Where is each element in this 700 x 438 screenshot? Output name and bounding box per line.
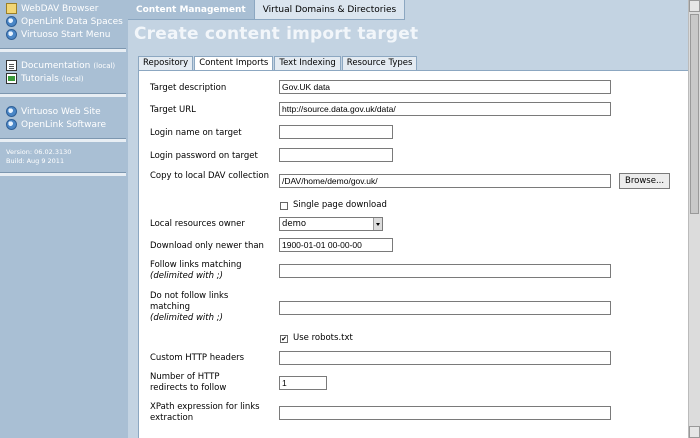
login-password-input[interactable] xyxy=(279,148,393,162)
globe-icon xyxy=(6,16,17,27)
newer-than-input[interactable] xyxy=(279,238,393,252)
sidebar-item-label: Virtuoso Start Menu xyxy=(21,29,111,40)
sidebar-divider xyxy=(0,93,126,97)
globe-icon xyxy=(6,106,17,117)
tab-virtual-domains[interactable]: Virtual Domains & Directories xyxy=(254,0,406,20)
sidebar-item-documentation[interactable]: Documentation (local) xyxy=(0,59,126,72)
no-follow-links-label: Do not follow links matching (delimited … xyxy=(150,291,245,324)
owner-select-value: demo xyxy=(282,219,307,229)
tab-content-imports[interactable]: Content Imports xyxy=(194,56,274,70)
version-text: Version: 06.02.3130 xyxy=(6,148,72,156)
follow-links-label-text: Follow links matching xyxy=(150,260,242,270)
redirects-input[interactable] xyxy=(279,376,327,390)
login-name-label: Login name on target xyxy=(150,128,242,138)
main-area: Content Management Virtual Domains & Dir… xyxy=(128,0,688,438)
single-page-checkbox[interactable] xyxy=(280,202,288,210)
owner-select[interactable]: demo xyxy=(279,217,383,231)
sidebar-item-label: Virtuoso Web Site xyxy=(21,106,101,117)
import-target-form: Target description Target URL Login name… xyxy=(138,70,688,438)
sub-tabs: Repository Content Imports Text Indexing… xyxy=(138,56,418,70)
tab-resource-types[interactable]: Resource Types xyxy=(341,56,418,70)
vertical-scrollbar[interactable] xyxy=(688,0,700,438)
sidebar-divider xyxy=(0,172,126,176)
single-page-label: Single page download xyxy=(293,200,387,210)
copy-to-dav-input[interactable] xyxy=(279,174,611,188)
no-follow-links-note: (delimited with ;) xyxy=(150,313,223,323)
sidebar-item-webdav-browser[interactable]: WebDAV Browser xyxy=(0,2,126,15)
globe-icon xyxy=(6,119,17,130)
use-robots-checkbox[interactable]: ✔ xyxy=(280,335,288,343)
sidebar-item-virtuoso-web-site[interactable]: Virtuoso Web Site xyxy=(0,105,126,118)
build-text: Build: Aug 9 2011 xyxy=(6,157,65,165)
sidebar-divider xyxy=(0,48,126,52)
tab-text-indexing[interactable]: Text Indexing xyxy=(274,56,341,70)
sidebar-sites: Virtuoso Web Site OpenLink Software xyxy=(0,105,126,131)
sidebar: WebDAV Browser OpenLink Data Spaces Virt… xyxy=(0,0,128,438)
xpath-input[interactable] xyxy=(279,406,611,420)
target-description-input[interactable] xyxy=(279,80,611,94)
sidebar-item-tutorials[interactable]: Tutorials (local) xyxy=(0,72,126,85)
no-follow-links-input[interactable] xyxy=(279,301,611,315)
document-icon xyxy=(6,60,17,71)
target-description-label: Target description xyxy=(150,83,227,93)
sidebar-docs: Documentation (local) Tutorials (local) xyxy=(0,59,126,85)
sidebar-item-openlink-data-spaces[interactable]: OpenLink Data Spaces xyxy=(0,15,126,28)
custom-headers-input[interactable] xyxy=(279,351,611,365)
redirects-label: Number of HTTP redirects to follow xyxy=(150,372,227,393)
target-url-label: Target URL xyxy=(150,105,196,115)
login-password-label: Login password on target xyxy=(150,151,258,161)
top-navigation: Content Management Virtual Domains & Dir… xyxy=(128,0,406,20)
version-info: Version: 06.02.3130 Build: Aug 9 2011 xyxy=(0,148,126,166)
sidebar-item-note: (local) xyxy=(93,61,116,70)
folder-icon xyxy=(6,3,17,14)
custom-headers-label: Custom HTTP headers xyxy=(150,353,245,363)
sidebar-item-label: Tutorials xyxy=(21,73,59,84)
browse-button[interactable]: Browse... xyxy=(619,173,671,189)
newer-than-label: Download only newer than xyxy=(150,241,264,251)
xpath-label: XPath expression for links extraction xyxy=(150,402,260,423)
scroll-up-arrow[interactable] xyxy=(689,0,700,12)
owner-label: Local resources owner xyxy=(150,219,245,229)
follow-links-note: (delimited with ;) xyxy=(150,271,223,281)
target-url-input[interactable] xyxy=(279,102,611,116)
globe-icon xyxy=(6,29,17,40)
sidebar-item-label: OpenLink Software xyxy=(21,119,107,130)
follow-links-label: Follow links matching (delimited with ;) xyxy=(150,260,278,282)
sidebar-item-label: OpenLink Data Spaces xyxy=(21,16,123,27)
scroll-down-arrow[interactable] xyxy=(689,426,700,438)
no-follow-links-label-text: Do not follow links matching xyxy=(150,291,229,312)
sidebar-item-openlink-software[interactable]: OpenLink Software xyxy=(0,118,126,131)
copy-to-dav-label: Copy to local DAV collection xyxy=(150,171,269,181)
sidebar-divider xyxy=(0,138,126,142)
follow-links-input[interactable] xyxy=(279,264,611,278)
sidebar-item-label: WebDAV Browser xyxy=(21,3,99,14)
tab-content-management[interactable]: Content Management xyxy=(128,0,255,20)
tutorial-icon xyxy=(6,73,17,84)
scroll-thumb[interactable] xyxy=(690,14,699,214)
sidebar-links: WebDAV Browser OpenLink Data Spaces Virt… xyxy=(0,2,126,41)
page-title: Create content import target xyxy=(134,24,419,44)
use-robots-label: Use robots.txt xyxy=(293,333,353,343)
tab-repository[interactable]: Repository xyxy=(138,56,194,70)
chevron-down-icon xyxy=(373,218,382,230)
sidebar-item-virtuoso-start-menu[interactable]: Virtuoso Start Menu xyxy=(0,28,126,41)
sidebar-item-note: (local) xyxy=(61,74,84,83)
login-name-input[interactable] xyxy=(279,125,393,139)
sidebar-item-label: Documentation xyxy=(21,60,91,71)
